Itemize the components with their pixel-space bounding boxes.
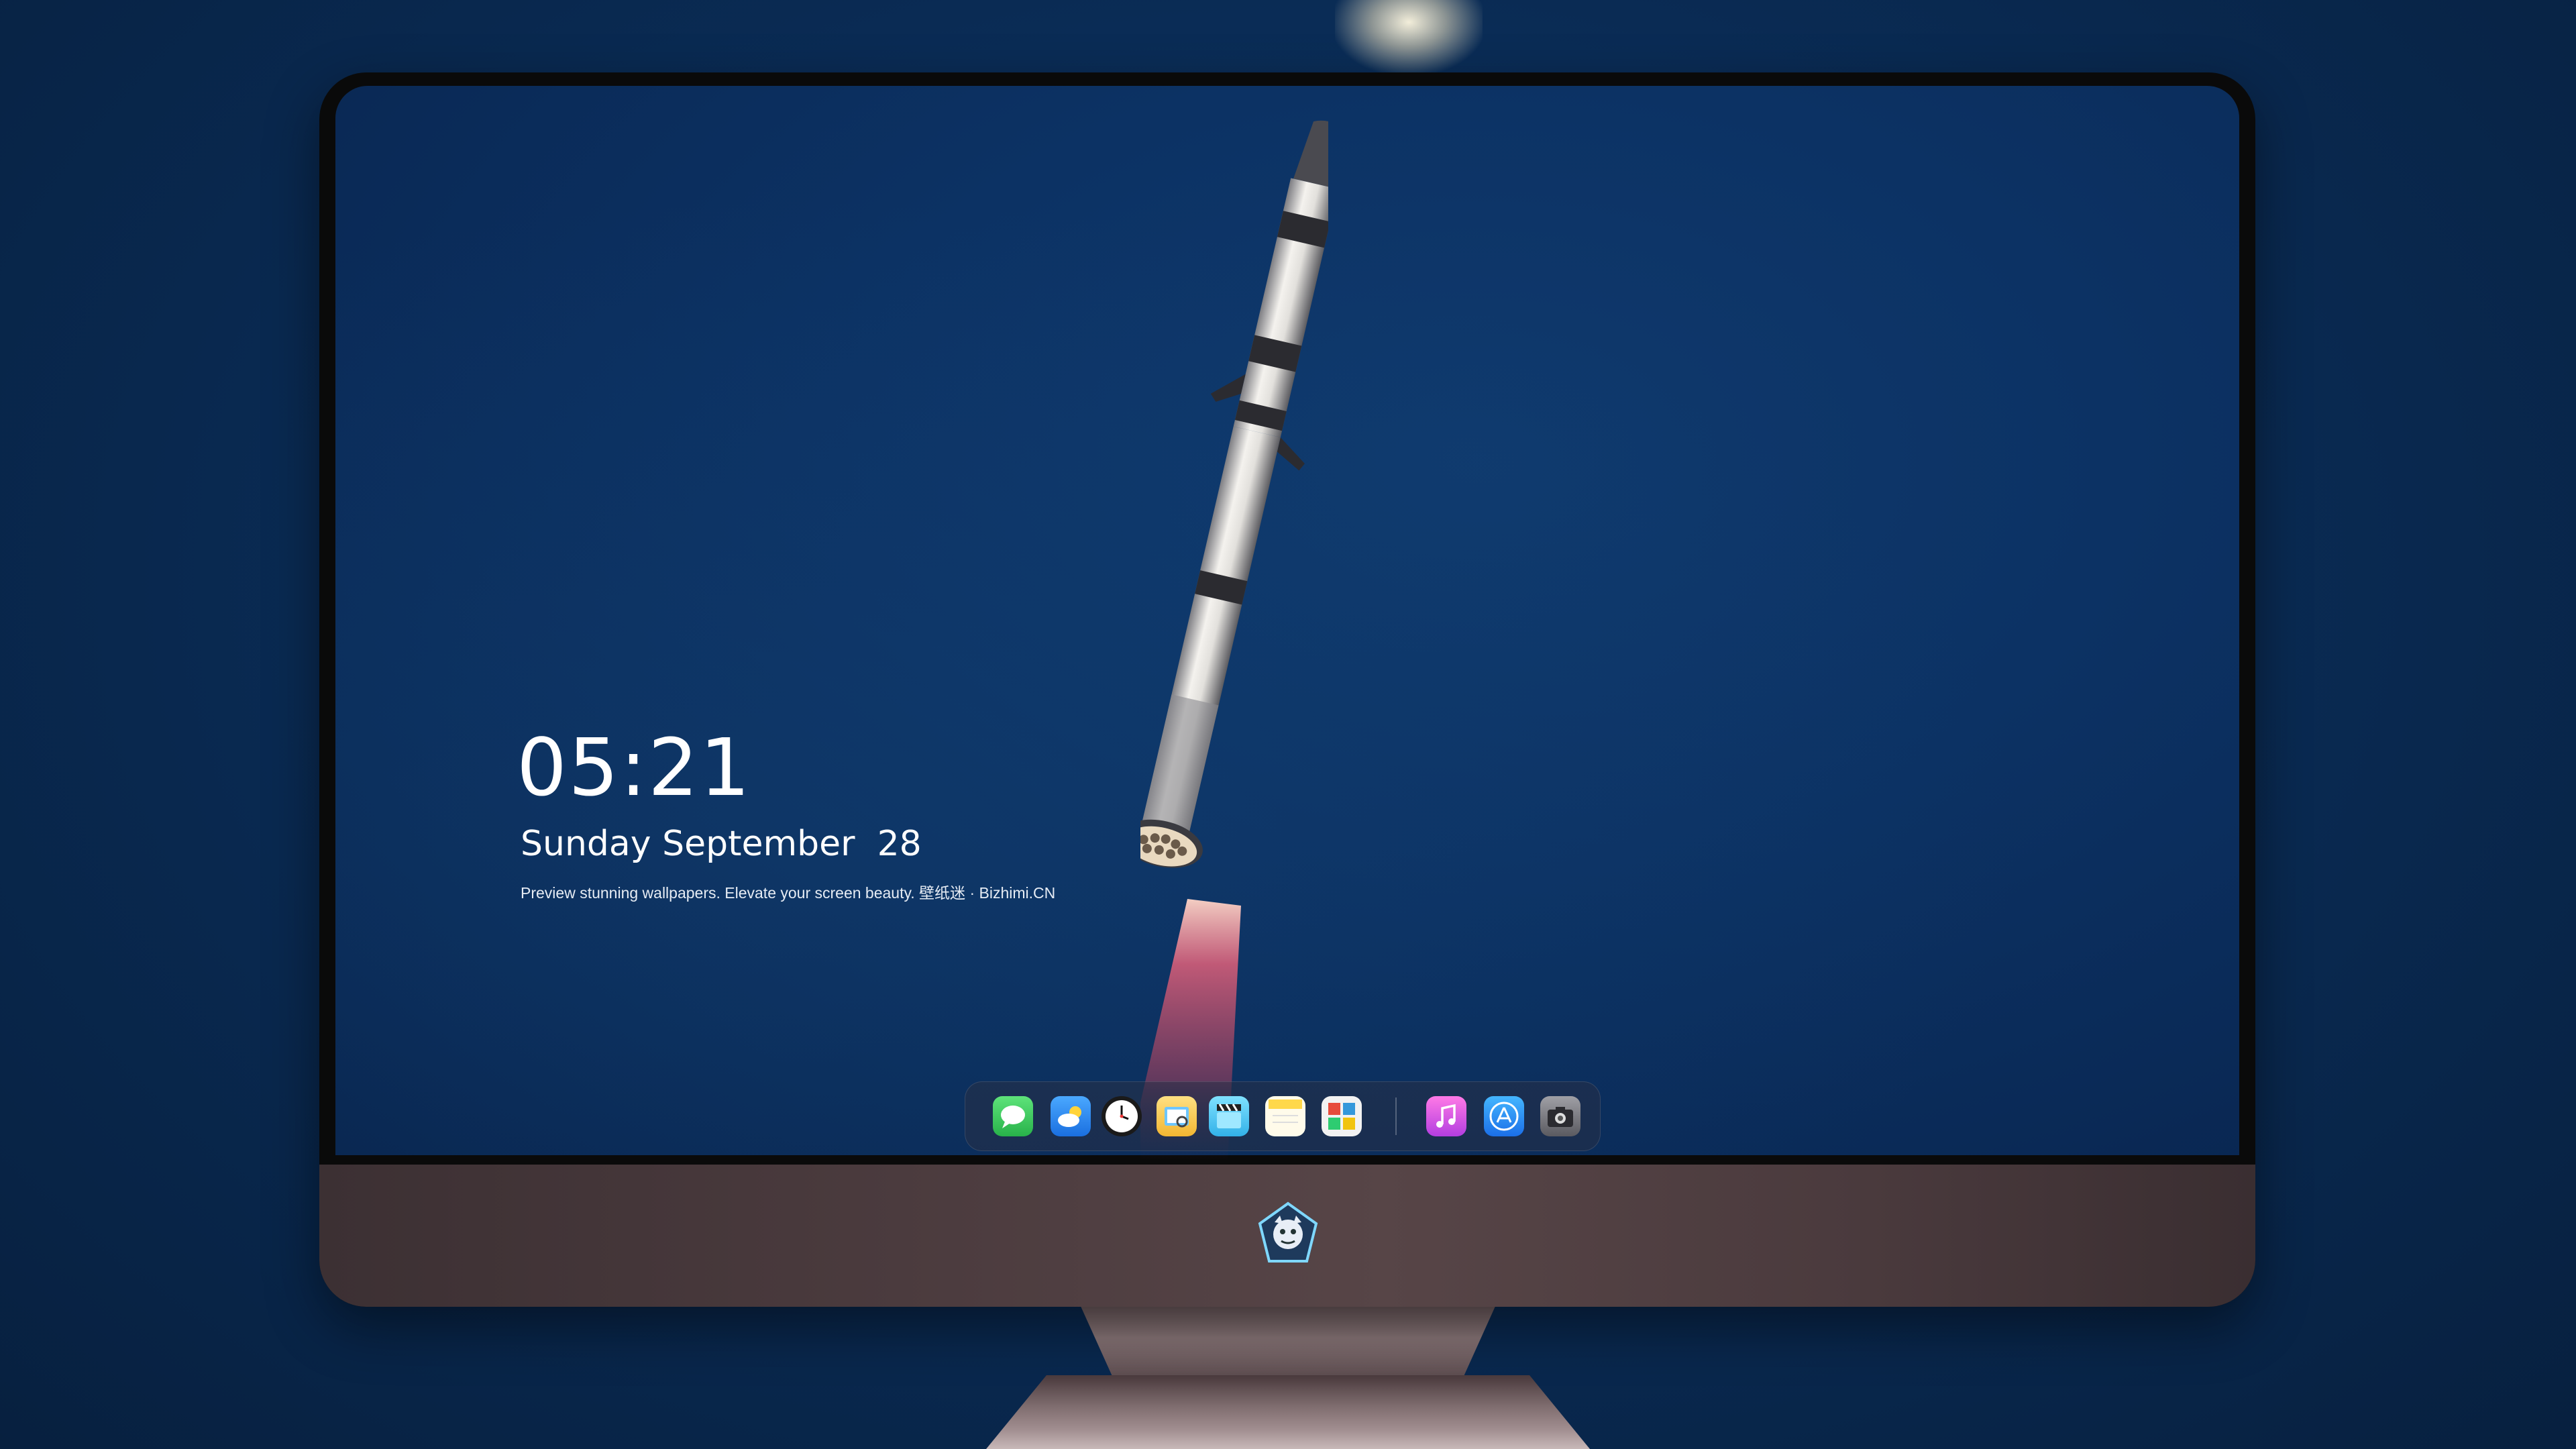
clock-date: Sunday September 28 [521,824,922,864]
dock-separator [1395,1097,1397,1135]
background-glow [1335,0,1483,74]
messages-icon[interactable] [993,1096,1033,1136]
monitor-stand-neck [1080,1305,1496,1379]
clock-time: 05:21 [517,721,752,814]
preview-icon[interactable] [1157,1096,1197,1136]
weather-icon[interactable] [1051,1096,1091,1136]
screenshot-icon[interactable] [1540,1096,1580,1136]
rocket-wallpaper-image [1140,120,1328,1161]
notes-icon[interactable] [1265,1096,1305,1136]
itunes-icon[interactable] [1426,1096,1466,1136]
clock-icon[interactable] [1102,1096,1142,1136]
wallpaper-tagline: Preview stunning wallpapers. Elevate you… [521,884,1056,902]
clips-icon[interactable] [1209,1096,1249,1136]
app-store-icon[interactable] [1484,1096,1524,1136]
photo-booth-icon[interactable] [1322,1096,1362,1136]
logo-icon [1258,1201,1318,1263]
monitor-stand-base [986,1375,1590,1449]
